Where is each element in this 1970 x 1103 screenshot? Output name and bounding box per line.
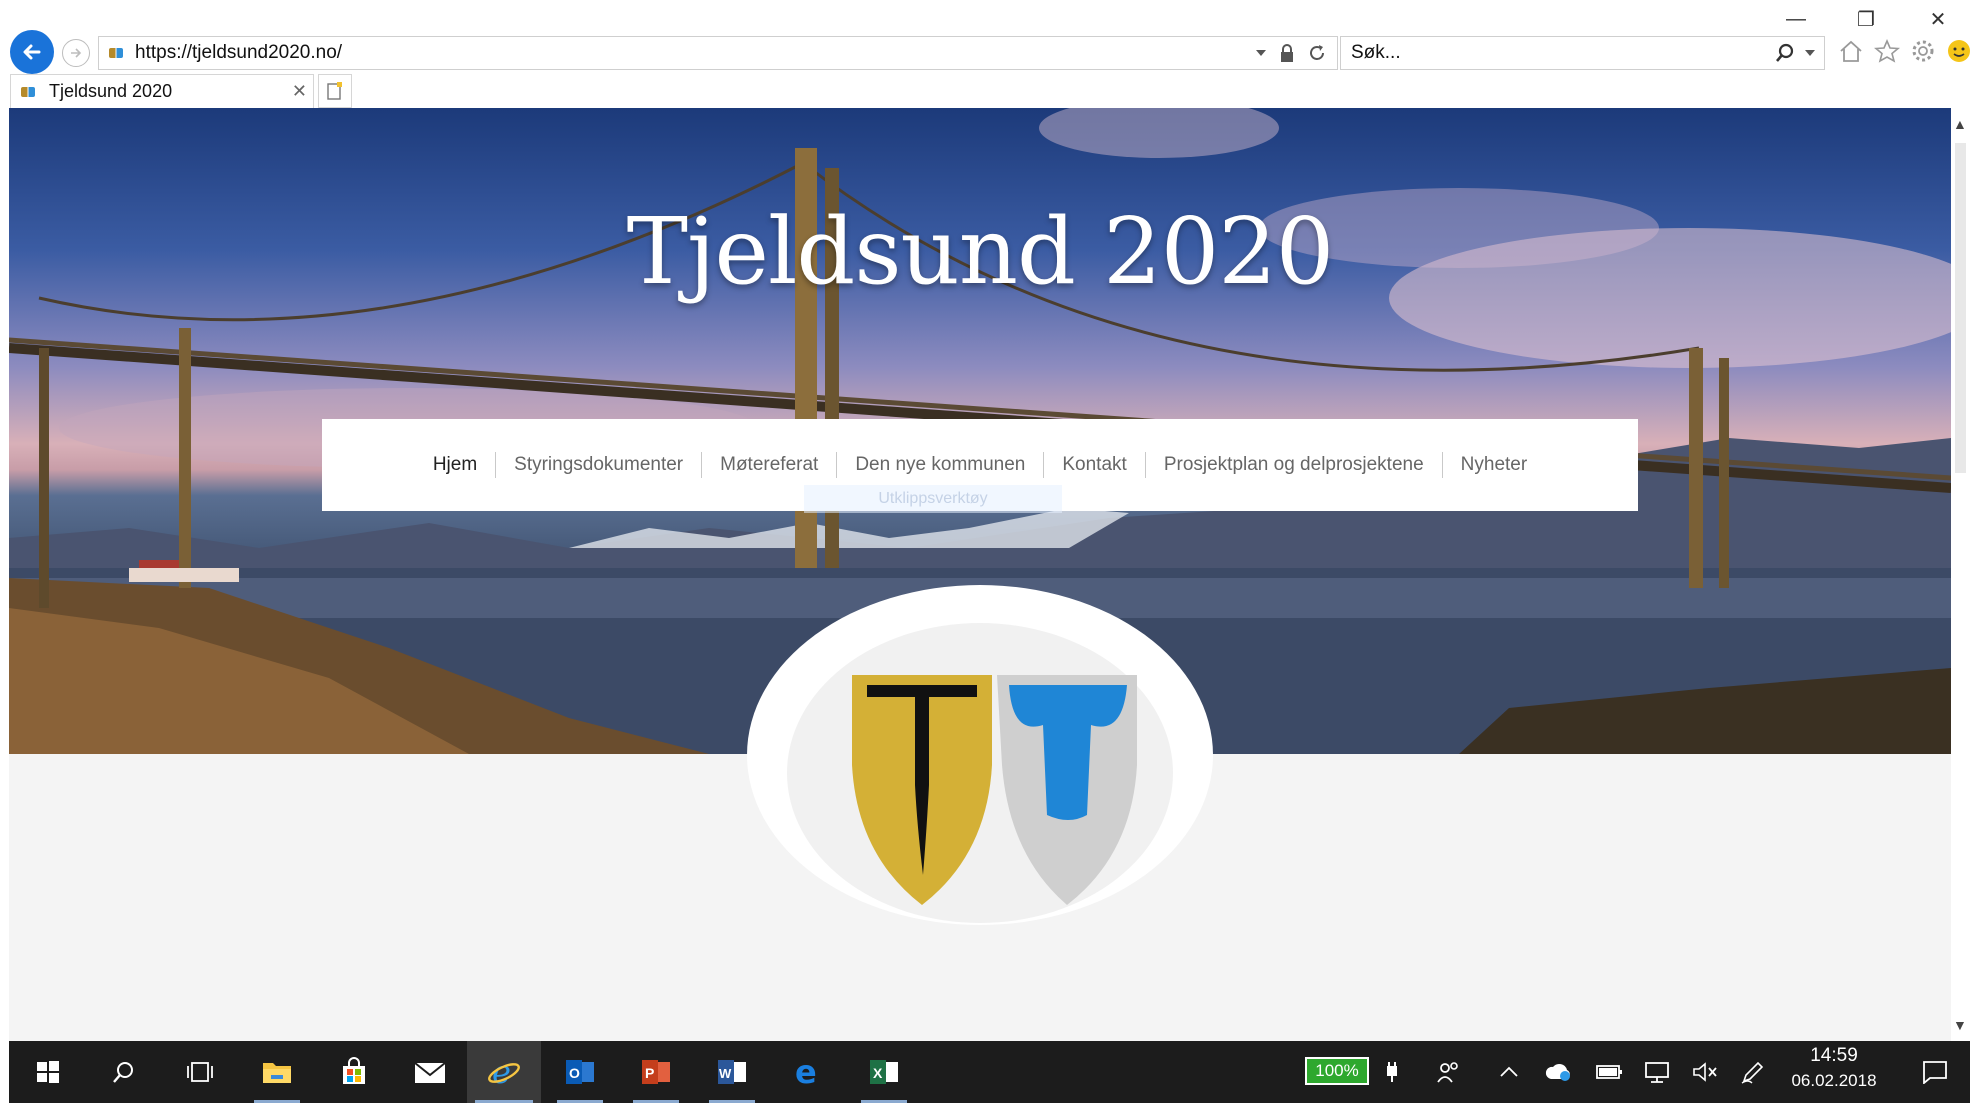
nav-item-prosjektplan[interactable]: Prosjektplan og delprosjektene [1146, 450, 1442, 480]
file-explorer-icon [263, 1063, 291, 1083]
edge-button[interactable]: e [777, 1041, 839, 1103]
people-icon[interactable] [1429, 1041, 1469, 1103]
dropdown-arrow-icon[interactable] [1255, 48, 1267, 58]
network-icon[interactable] [1637, 1041, 1677, 1103]
scroll-down-icon[interactable]: ▼ [1953, 1017, 1967, 1033]
excel-icon: X [870, 1060, 898, 1084]
tab-close-icon[interactable]: ✕ [292, 81, 307, 102]
vertical-scrollbar[interactable]: ▲ ▼ [1951, 108, 1970, 1041]
scroll-up-icon[interactable]: ▲ [1953, 116, 1967, 132]
forward-arrow-icon [71, 48, 82, 58]
start-button[interactable] [17, 1041, 79, 1103]
restore-button[interactable]: ❐ [1844, 4, 1888, 34]
windows-taskbar: e O P W e X 100% 14:59 06.02.2018 [9, 1041, 1970, 1103]
pen-workspace-icon[interactable] [1733, 1041, 1773, 1103]
internet-explorer-icon: e [488, 1055, 520, 1089]
file-explorer-button[interactable] [246, 1041, 308, 1103]
coat-of-arms-icon [852, 675, 1137, 905]
system-clock[interactable]: 14:59 06.02.2018 [1789, 1045, 1879, 1091]
mail-button[interactable] [399, 1041, 461, 1103]
store-button[interactable] [323, 1041, 385, 1103]
home-icon[interactable] [1838, 38, 1864, 64]
back-arrow-icon [23, 44, 41, 60]
address-url[interactable]: https://tjeldsund2020.no/ [135, 42, 342, 64]
refresh-icon[interactable] [1307, 43, 1327, 63]
scrollbar-thumb[interactable] [1955, 143, 1966, 473]
search-box[interactable] [1340, 36, 1825, 70]
search-dropdown-icon[interactable] [1804, 48, 1816, 58]
volume-muted-icon[interactable] [1685, 1041, 1725, 1103]
outlook-icon: O [566, 1060, 594, 1084]
battery-percentage-badge[interactable]: 100% [1305, 1057, 1369, 1085]
clock-date: 06.02.2018 [1791, 1071, 1877, 1090]
browser-chrome: — ❐ ✕ https://tjeldsund2020.no/ Søk... T… [0, 0, 1970, 108]
task-view-button[interactable] [169, 1041, 231, 1103]
windows-start-icon [37, 1061, 59, 1083]
site-favicon-icon [109, 48, 123, 58]
site-title: Tjeldsund 2020 [626, 198, 1335, 305]
tab-title: Tjeldsund 2020 [49, 81, 173, 101]
store-icon [343, 1057, 365, 1084]
nav-item-motereferat[interactable]: Møtereferat [702, 450, 836, 480]
task-view-icon [187, 1062, 213, 1082]
search-icon[interactable] [1774, 42, 1796, 64]
powerpoint-icon: P [642, 1060, 670, 1084]
address-bar[interactable]: https://tjeldsund2020.no/ [98, 36, 1338, 70]
powerpoint-button[interactable]: P [625, 1041, 687, 1103]
svg-text:W: W [719, 1066, 732, 1081]
outlook-button[interactable]: O [549, 1041, 611, 1103]
nav-item-kontakt[interactable]: Kontakt [1044, 450, 1144, 480]
mail-icon [414, 1062, 446, 1083]
svg-text:X: X [873, 1065, 883, 1081]
forward-button[interactable] [62, 39, 90, 67]
favorites-star-icon[interactable] [1874, 38, 1900, 64]
nav-item-styringsdokumenter[interactable]: Styringsdokumenter [496, 450, 701, 480]
internet-explorer-button[interactable]: e [467, 1041, 541, 1103]
back-button[interactable] [10, 30, 54, 74]
excel-button[interactable]: X [853, 1041, 915, 1103]
new-tab-icon [327, 82, 342, 100]
close-window-button[interactable]: ✕ [1916, 4, 1960, 34]
svg-text:P: P [645, 1065, 654, 1081]
web-page: Tjeldsund 2020 Hjem Styringsdokumenter M… [9, 108, 1951, 1041]
settings-gear-icon[interactable] [1910, 38, 1936, 64]
word-icon: W [718, 1060, 746, 1084]
power-plug-icon[interactable] [1377, 1041, 1407, 1103]
tab-favicon-icon [21, 86, 35, 97]
minimize-button[interactable]: — [1774, 4, 1818, 34]
nav-item-den-nye-kommunen[interactable]: Den nye kommunen [837, 450, 1043, 480]
action-center-icon[interactable] [1913, 1041, 1957, 1103]
search-icon [113, 1062, 133, 1083]
lock-icon[interactable] [1279, 43, 1295, 63]
show-hidden-icons-chevron-icon[interactable] [1489, 1041, 1529, 1103]
snipping-tool-ghost-overlay: Utklippsverktøy [804, 485, 1062, 513]
edge-icon: e [795, 1056, 817, 1088]
feedback-smiley-icon[interactable] [1946, 38, 1970, 64]
svg-text:O: O [569, 1065, 580, 1081]
browser-tab[interactable]: Tjeldsund 2020 ✕ [10, 74, 314, 108]
battery-status-icon[interactable] [1589, 1041, 1629, 1103]
nav-item-hjem[interactable]: Hjem [415, 450, 495, 480]
municipality-logo-badge [747, 585, 1213, 925]
svg-text:e: e [795, 1056, 817, 1088]
onedrive-sync-icon[interactable] [1539, 1041, 1579, 1103]
taskbar-search-button[interactable] [93, 1041, 155, 1103]
search-input[interactable] [1349, 41, 1753, 65]
word-button[interactable]: W [701, 1041, 763, 1103]
new-tab-button[interactable] [318, 74, 352, 108]
nav-item-nyheter[interactable]: Nyheter [1443, 450, 1546, 480]
clock-time: 14:59 [1810, 1045, 1858, 1066]
